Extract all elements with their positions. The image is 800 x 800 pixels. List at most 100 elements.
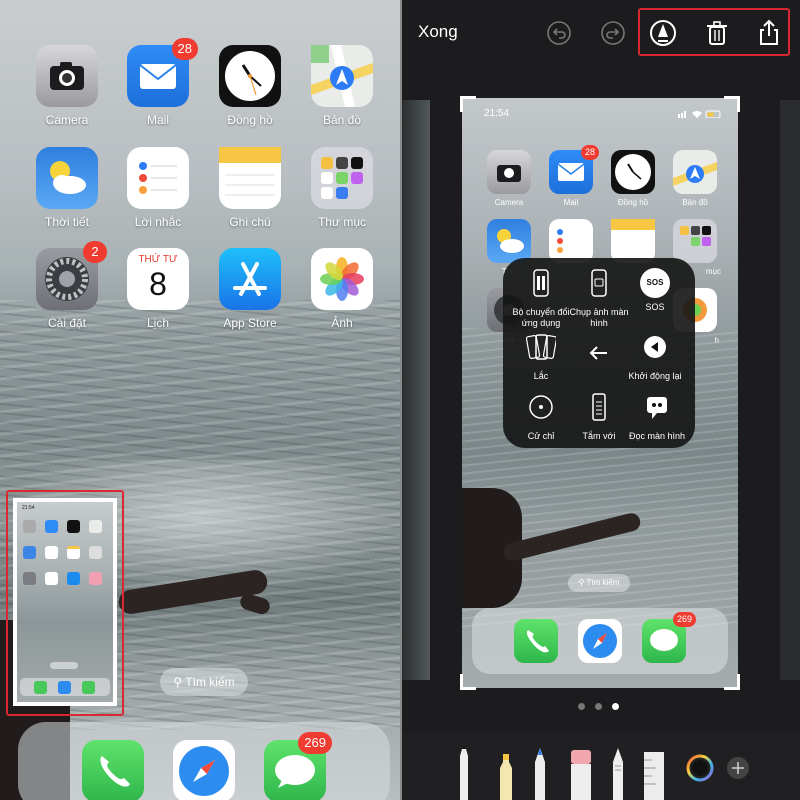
app-clock[interactable]: Đồng hồ — [210, 45, 290, 127]
calendar-date: 8 — [149, 266, 167, 302]
screenshot-app-mail: 28 Mail — [541, 145, 601, 207]
calendar-day: THỨ TƯ — [138, 254, 178, 265]
search-icon: ⚲ — [173, 675, 186, 689]
crop-handle-bottom-right[interactable] — [724, 674, 740, 690]
app-maps[interactable]: Bản đồ — [302, 45, 382, 127]
home-screen: Camera 28 Mail Đồng hồ Bản đồ Thời tiết … — [0, 0, 400, 800]
app-reminders[interactable]: Lời nhắc — [118, 147, 198, 229]
screenshot-app-camera: Camera — [479, 150, 539, 207]
add-tool-icon[interactable] — [726, 756, 750, 780]
menu-item-sos: SOS SOS — [623, 268, 687, 313]
menu-item-label: Bộ chuyển đổi ứng dụng — [512, 307, 570, 328]
app-notes[interactable]: Ghi chú — [210, 147, 290, 229]
menu-item-label: Khởi động lại — [628, 371, 682, 381]
app-label: Mail — [563, 198, 579, 207]
app-store-icon — [219, 248, 281, 310]
eraser-tool-icon[interactable] — [568, 744, 594, 800]
app-label: Bản đồ — [322, 113, 362, 127]
pen-tool-icon[interactable] — [454, 738, 474, 800]
app-label: Bản đồ — [682, 198, 708, 207]
search-icon: ⚲ — [578, 578, 587, 587]
menu-item-speak-screen: Đọc màn hình — [625, 392, 689, 442]
pencil-tool-icon[interactable] — [530, 744, 550, 800]
reminders-icon — [127, 147, 189, 209]
screenshot-app-clock: Đồng hồ — [603, 150, 663, 207]
folder-icon — [673, 219, 717, 263]
highlighter-tool-icon[interactable] — [496, 750, 516, 800]
safari-icon — [578, 619, 622, 663]
done-button[interactable]: Xong — [418, 22, 458, 42]
camera-icon — [36, 45, 98, 107]
sos-icon: SOS — [640, 268, 670, 298]
back-arrow-icon — [589, 346, 607, 360]
safari-icon[interactable] — [173, 740, 235, 800]
maps-icon — [311, 45, 373, 107]
app-mail[interactable]: 28 Mail — [118, 38, 198, 127]
menu-item-app-switcher: Bộ chuyển đổi ứng dụng — [509, 268, 573, 329]
search-pill[interactable]: ⚲ Tìm kiếm — [160, 668, 248, 696]
app-app-store[interactable]: App Store — [210, 248, 290, 330]
page-dot-active[interactable] — [612, 703, 619, 710]
app-label: Ghi chú — [229, 215, 271, 229]
app-folder[interactable]: Thư mục — [302, 147, 382, 229]
phone-icon[interactable] — [82, 740, 144, 800]
menu-item-gesture: Cử chỉ — [509, 392, 573, 442]
app-label: Camera — [494, 198, 524, 207]
messages-icon: 269 — [642, 612, 696, 663]
shake-icon — [525, 334, 558, 360]
crop-handle-bottom-left[interactable] — [460, 674, 476, 690]
status-icons — [678, 110, 721, 118]
app-calendar[interactable]: THỨ TƯ 8 Lịch — [118, 248, 198, 330]
app-label: Lịch — [146, 316, 169, 330]
menu-item-label: Lắc — [533, 371, 549, 381]
app-photos[interactable]: Ảnh — [302, 248, 382, 330]
color-picker-icon[interactable] — [686, 754, 714, 782]
app-label: App Store — [223, 316, 277, 330]
dock: 269 — [472, 608, 728, 674]
lasso-tool-icon[interactable] — [608, 744, 628, 800]
page-dot[interactable] — [595, 703, 602, 710]
menu-item-back — [567, 338, 631, 373]
ruler-tool-icon[interactable] — [642, 752, 666, 800]
page-indicator — [578, 703, 622, 711]
messages-badge: 269 — [672, 612, 696, 627]
reminders-icon — [549, 219, 593, 263]
gesture-icon — [529, 395, 553, 419]
search-pill: ⚲ Tìm kiếm — [568, 574, 630, 592]
search-label: Tìm kiếm — [185, 675, 235, 689]
redo-icon[interactable] — [598, 18, 628, 48]
app-label: Đồng hồ — [617, 198, 649, 207]
reachability-icon — [592, 393, 606, 421]
photos-icon — [311, 248, 373, 310]
crop-handle-top-right[interactable] — [724, 96, 740, 112]
phone-icon — [514, 619, 558, 663]
speak-screen-icon — [647, 397, 667, 419]
app-label: Lời nhắc — [134, 215, 182, 229]
app-camera[interactable]: Camera — [27, 45, 107, 127]
notes-icon — [219, 147, 281, 209]
crop-handle-top-left[interactable] — [460, 96, 476, 112]
app-settings[interactable]: 2 Cài đặt — [27, 241, 107, 330]
messages-badge: 269 — [298, 732, 332, 754]
thumbnail-highlight — [6, 490, 124, 716]
calendar-icon: THỨ TƯ 8 — [127, 248, 189, 310]
mail-badge: 28 — [580, 145, 599, 160]
camera-icon — [487, 150, 531, 194]
app-weather[interactable]: Thời tiết — [27, 147, 107, 229]
notes-icon — [611, 219, 655, 263]
weather-icon — [487, 219, 531, 263]
undo-icon[interactable] — [544, 18, 574, 48]
mail-icon: 28 — [549, 145, 599, 194]
mail-badge: 28 — [171, 38, 198, 60]
assistive-touch-menu: Bộ chuyển đổi ứng dụng Chụp ảnh màn hình… — [503, 258, 695, 448]
app-switcher-icon — [533, 269, 549, 297]
app-label: Mail — [146, 113, 169, 127]
screenshot-app-reminders — [541, 219, 601, 263]
menu-item-label: Chụp ảnh màn hình — [569, 307, 629, 328]
app-label: Camera — [45, 113, 89, 127]
app-label: Ảnh — [331, 316, 353, 330]
screenshot-icon — [591, 269, 607, 297]
menu-item-shake: Lắc — [509, 332, 573, 382]
messages-icon[interactable]: 269 — [264, 732, 332, 800]
page-dot[interactable] — [578, 703, 585, 710]
